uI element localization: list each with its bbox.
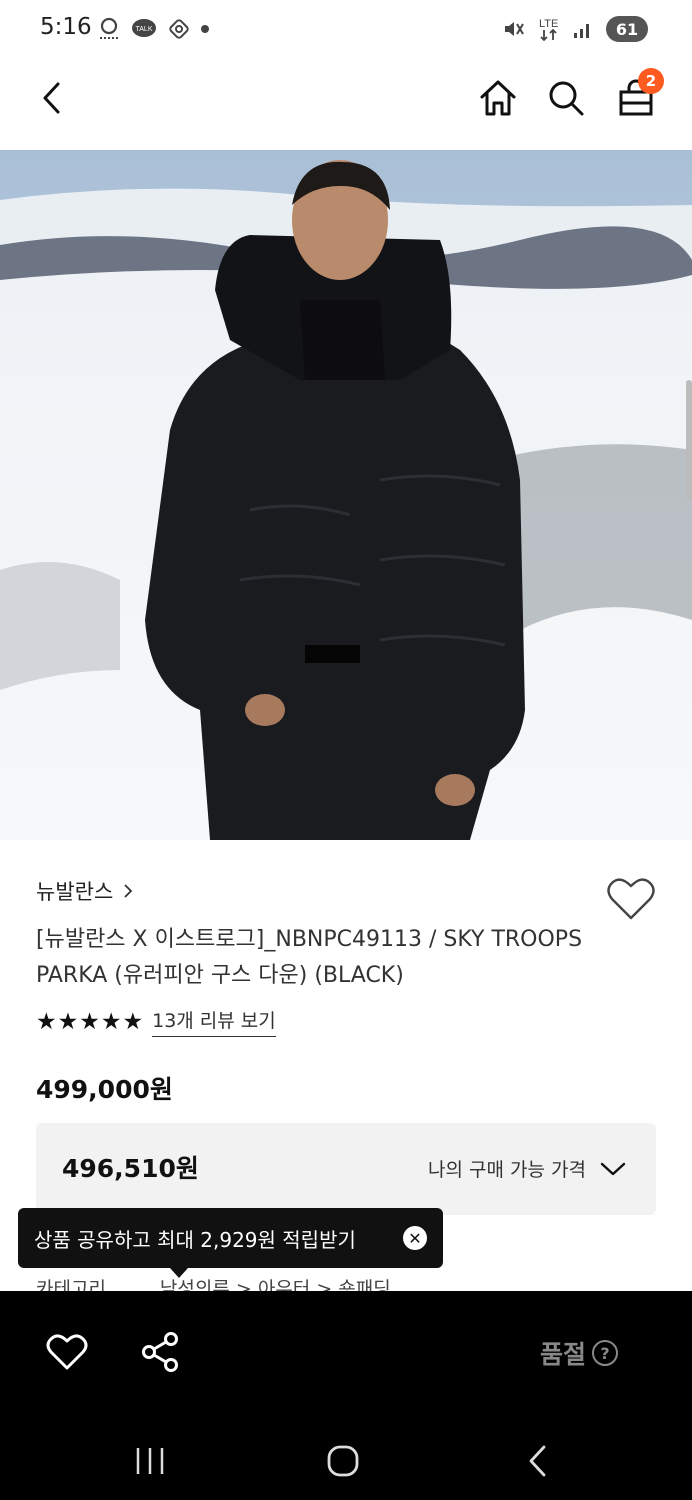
svg-text:TALK: TALK <box>136 26 153 33</box>
signal-icon <box>574 24 589 38</box>
chevron-left-icon <box>43 82 60 114</box>
my-price-label: 나의 구매 가능 가격 <box>428 1159 586 1181</box>
review-link[interactable]: 13개 리뷰 보기 <box>152 1006 276 1037</box>
recent-apps-icon <box>136 1448 164 1474</box>
back-button[interactable] <box>30 76 74 120</box>
home-circle-icon <box>327 1445 359 1477</box>
tooltip-close-button[interactable]: ✕ <box>403 1226 427 1250</box>
svg-text:LTE: LTE <box>539 18 558 30</box>
back-system-button[interactable] <box>526 1444 550 1482</box>
chevron-right-icon <box>124 884 133 898</box>
product-price: 499,000원 <box>36 1075 173 1104</box>
search-icon <box>549 81 584 116</box>
mute-icon <box>505 22 524 36</box>
product-photo <box>0 150 692 840</box>
cart-count-badge: 2 <box>638 68 664 94</box>
heart-icon <box>46 1334 88 1370</box>
heart-icon <box>607 878 655 920</box>
rating-row: ★★★★★ 13개 리뷰 보기 <box>36 1006 276 1037</box>
system-status: LTE 61 <box>502 16 648 42</box>
product-title: [뉴발란스 X 이스트로그]_NBNPC49113 / SKY TROOPS P… <box>36 927 583 988</box>
system-nav-bar <box>0 1416 692 1500</box>
lte-icon: LTE <box>539 18 558 42</box>
help-icon[interactable]: ? <box>592 1340 618 1366</box>
home-system-button[interactable] <box>326 1444 360 1482</box>
search-button[interactable] <box>544 76 588 120</box>
home-icon <box>480 80 516 116</box>
game-notification-icon <box>169 19 189 39</box>
share-icon <box>142 1332 178 1372</box>
kakaotalk-icon: TALK <box>132 19 156 37</box>
brand-name: 뉴발란스 <box>36 880 114 904</box>
status-bar: 5:16 TALK LTE 61 <box>0 0 692 62</box>
tooltip-arrow <box>170 1268 188 1278</box>
brand-link[interactable]: 뉴발란스 <box>36 876 133 906</box>
sold-out-status: 품절 ? <box>540 1335 618 1371</box>
chat-notification-icon <box>100 17 120 39</box>
dot-icon <box>201 25 209 33</box>
tooltip-text: 상품 공유하고 최대 2,929원 적립받기 <box>34 1227 356 1252</box>
star-rating: ★★★★★ <box>36 1008 145 1035</box>
bottom-action-bar: 품절 ? <box>0 1291 692 1416</box>
battery-indicator: 61 <box>606 16 648 42</box>
back-arrow-icon <box>529 1445 546 1477</box>
top-nav: 2 <box>0 62 692 150</box>
my-price-box[interactable]: 496,510원 나의 구매 가능 가격 <box>36 1123 656 1215</box>
share-reward-tooltip[interactable]: 상품 공유하고 최대 2,929원 적립받기 ✕ <box>18 1208 443 1278</box>
sold-out-label: 품절 <box>539 1340 586 1369</box>
cart-button[interactable]: 2 <box>614 68 664 120</box>
chevron-down-icon <box>600 1162 626 1175</box>
my-price-toggle[interactable]: 나의 구매 가능 가격 <box>428 1155 626 1182</box>
image-scroll-indicator <box>686 380 692 500</box>
home-button[interactable] <box>476 76 520 120</box>
share-button[interactable] <box>140 1331 180 1377</box>
bottom-wishlist-button[interactable] <box>46 1333 88 1375</box>
notification-icons: TALK <box>98 16 210 42</box>
recent-apps-button[interactable] <box>134 1446 166 1480</box>
my-price: 496,510원 <box>62 1154 199 1183</box>
product-image[interactable] <box>0 150 692 840</box>
status-time: 5:16 <box>40 14 92 40</box>
wishlist-button[interactable] <box>606 876 656 922</box>
